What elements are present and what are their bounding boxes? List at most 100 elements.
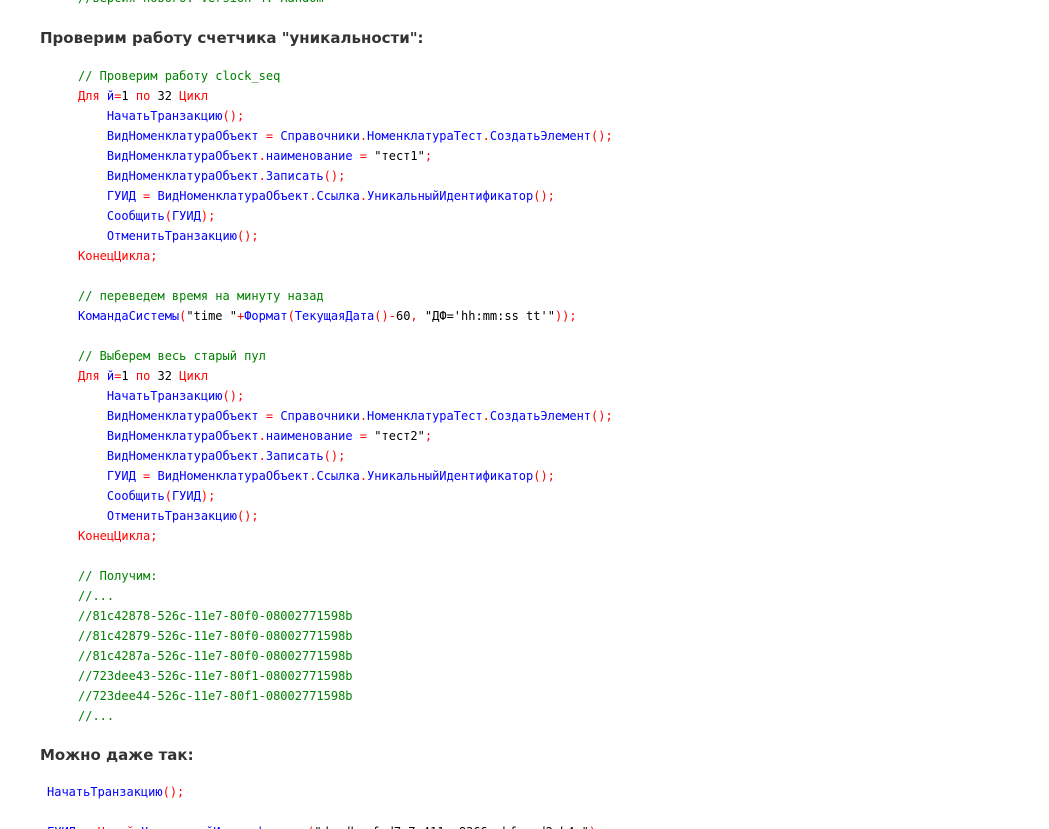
- code-line: // Получим:: [78, 566, 613, 586]
- code-keyword: Цикл: [179, 89, 209, 103]
- code-keyword: Новый: [98, 825, 134, 829]
- code-identifier: ВидНоменклатураОбъект: [106, 409, 259, 423]
- article-page: //версия нового: Version 4: Random Прове…: [0, 0, 1049, 829]
- code-keyword: по: [135, 369, 151, 383]
- code-line: КонецЦикла;: [78, 526, 613, 546]
- code-line: НачатьТранзакцию();: [78, 106, 613, 126]
- code-operator: ;: [150, 529, 158, 543]
- code-number: 1: [121, 369, 129, 383]
- code-operator: =: [265, 409, 274, 423]
- code-operator: .: [359, 469, 368, 483]
- code-line: //...: [78, 706, 613, 726]
- code-identifier: НоменклатураТест: [367, 409, 483, 423]
- code-line: ГУИД = Новый УникальныйИдентификатор("dc…: [47, 822, 603, 829]
- code-line: //81c42879-526c-11e7-80f0-08002771598b: [78, 626, 613, 646]
- code-line: НачатьТранзакцию();: [78, 386, 613, 406]
- code-comment: //81c4287a-526c-11e7-80f0-08002771598b: [78, 649, 353, 663]
- code-identifier: ВидНоменклатураОбъект: [106, 149, 259, 163]
- code-identifier: наименование: [265, 429, 353, 443]
- code-identifier: наименование: [265, 149, 353, 163]
- code-identifier: Справочники: [280, 409, 360, 423]
- code-identifier: Ссылка: [316, 189, 360, 203]
- code-operator: ()-: [374, 309, 396, 323]
- code-operator: );: [589, 825, 603, 829]
- code-identifier: УникальныйИдентификатор: [141, 825, 307, 829]
- code-identifier: Записать: [265, 449, 324, 463]
- code-line: НачатьТранзакцию();: [47, 782, 603, 802]
- code-identifier: ОтменитьТранзакцию: [106, 509, 237, 523]
- code-operator: ();: [236, 229, 259, 243]
- code-operator: ();: [533, 189, 555, 203]
- code-identifier: СоздатьЭлемент: [489, 129, 592, 143]
- code-block-new-guid: НачатьТранзакцию(); ГУИД = Новый Уникаль…: [47, 782, 603, 829]
- code-identifier: КомандаСистемы: [78, 309, 180, 323]
- code-comment: //...: [78, 709, 115, 723]
- code-operator: .: [258, 149, 266, 163]
- code-identifier: Справочники: [280, 129, 360, 143]
- code-line: Для й=1 по 32 Цикл: [78, 366, 613, 386]
- code-line: ВидНоменклатураОбъект.наименование = "те…: [78, 146, 613, 166]
- code-number: 32: [157, 89, 172, 103]
- code-identifier: ТекущаяДата: [294, 309, 375, 323]
- code-line: Сообщить(ГУИД);: [78, 486, 613, 506]
- code-line: КонецЦикла;: [78, 246, 613, 266]
- code-string: "тест1": [374, 149, 425, 163]
- code-operator: (: [287, 309, 295, 323]
- code-operator: ();: [533, 469, 555, 483]
- code-operator: ();: [591, 129, 613, 143]
- code-identifier: НоменклатураТест: [367, 129, 483, 143]
- code-operator: ();: [222, 109, 245, 123]
- code-line: КомандаСистемы("time "+Формат(ТекущаяДат…: [78, 306, 613, 326]
- code-line: ВидНоменклатураОбъект = Справочники.Номе…: [78, 406, 613, 426]
- section-heading-can-even: Можно даже так:: [40, 746, 194, 764]
- code-identifier: УникальныйИдентификатор: [367, 189, 534, 203]
- code-identifier: НачатьТранзакцию: [106, 109, 223, 123]
- code-operator: ();: [236, 509, 259, 523]
- code-identifier: ВидНоменклатураОбъект: [106, 129, 259, 143]
- code-line: // Проверим работу clock_seq: [78, 66, 613, 86]
- code-identifier: ГУИД: [106, 469, 136, 483]
- code-identifier: НачатьТранзакцию: [47, 785, 163, 799]
- code-keyword: Цикл: [179, 369, 209, 383]
- code-comment: // Получим:: [78, 569, 158, 583]
- code-line: ОтменитьТранзакцию();: [78, 226, 613, 246]
- code-identifier: ГУИД: [47, 825, 76, 829]
- code-keyword: по: [135, 89, 151, 103]
- code-line: //81c42878-526c-11e7-80f0-08002771598b: [78, 606, 613, 626]
- code-comment: //81c42879-526c-11e7-80f0-08002771598b: [78, 629, 353, 643]
- code-identifier: Сообщить: [106, 209, 165, 223]
- code-identifier: НачатьТранзакцию: [106, 389, 223, 403]
- code-identifier: ГУИД: [171, 209, 201, 223]
- code-line: ВидНоменклатураОбъект = Справочники.Номе…: [78, 126, 613, 146]
- code-operator: (: [164, 209, 172, 223]
- code-operator: (: [164, 489, 172, 503]
- code-operator: ;: [424, 149, 433, 163]
- code-comment: // переведем время на минуту назад: [78, 289, 324, 303]
- code-operator: =: [359, 149, 368, 163]
- code-line: // Выберем весь старый пул: [78, 346, 613, 366]
- code-comment: // Проверим работу clock_seq: [78, 69, 281, 83]
- code-operator: ();: [222, 389, 245, 403]
- section-heading-uniqueness-counter: Проверим работу счетчика "уникальности":: [40, 29, 424, 47]
- code-line: ВидНоменклатураОбъект.Записать();: [78, 166, 613, 186]
